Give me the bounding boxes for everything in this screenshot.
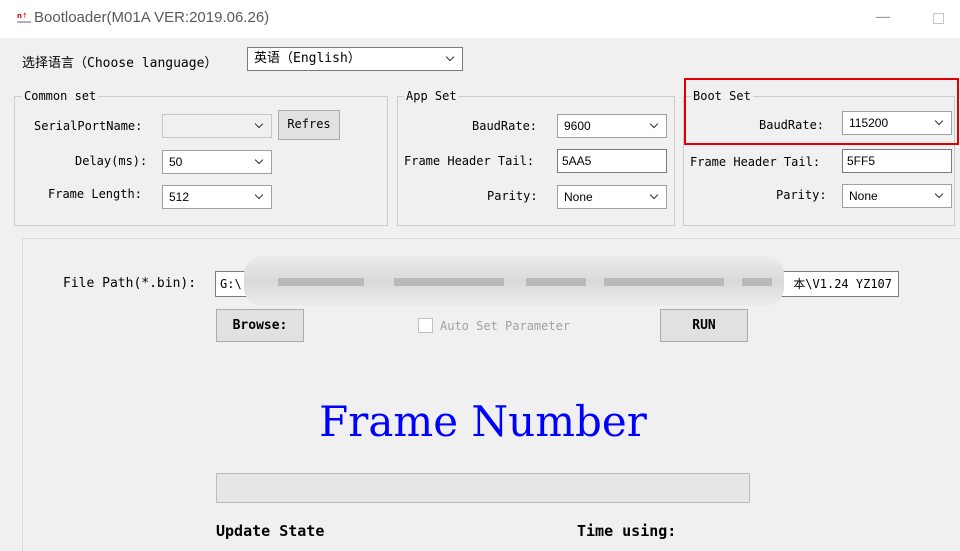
- path-redaction-blur: [244, 256, 784, 306]
- refresh-button[interactable]: Refres: [278, 110, 340, 140]
- boot-baudrate-label: BaudRate:: [759, 118, 825, 132]
- app-frame-header-tail-label: Frame Header Tail:: [404, 154, 535, 168]
- boot-baudrate-select[interactable]: 115200: [842, 111, 952, 135]
- chevron-down-icon: [648, 115, 662, 137]
- browse-button[interactable]: Browse:: [216, 309, 304, 342]
- delay-label: Delay(ms):: [75, 154, 148, 168]
- time-using-label: Time using:: [577, 522, 677, 540]
- app-frame-header-tail-input[interactable]: 5AA5: [557, 149, 667, 173]
- minimize-button[interactable]: —: [868, 6, 898, 30]
- chevron-down-icon: [253, 115, 267, 137]
- run-button[interactable]: RUN: [660, 309, 748, 342]
- frame-length-label: Frame Length:: [48, 187, 142, 201]
- app-baudrate-select[interactable]: 9600: [557, 114, 667, 138]
- chevron-down-icon: [444, 48, 458, 70]
- language-select-value: 英语（English）: [254, 51, 361, 66]
- boot-set-title: Boot Set: [691, 89, 753, 103]
- app-parity-select-value: None: [564, 190, 593, 204]
- chevron-down-icon: [253, 186, 267, 208]
- app-parity-label: Parity:: [487, 189, 538, 203]
- file-path-suffix: 本\V1.24 YZ107: [793, 277, 892, 291]
- delay-select[interactable]: 50: [162, 150, 272, 174]
- frame-length-select[interactable]: 512: [162, 185, 272, 209]
- auto-set-label: Auto Set Parameter: [440, 319, 571, 333]
- title-bar: n ↑ Bootloader(M01A VER:2019.06.26) —: [0, 0, 960, 38]
- boot-parity-select-value: None: [849, 189, 878, 203]
- window-title: Bootloader(M01A VER:2019.06.26): [34, 9, 270, 26]
- file-path-label: File Path(*.bin):: [63, 276, 197, 291]
- frame-length-select-value: 512: [169, 190, 190, 204]
- boot-frame-header-tail-label: Frame Header Tail:: [690, 155, 821, 169]
- svg-text:↑: ↑: [22, 12, 28, 20]
- boot-frame-header-tail-input[interactable]: 5FF5: [842, 149, 952, 173]
- chevron-down-icon: [648, 186, 662, 208]
- maximize-button[interactable]: [922, 6, 952, 30]
- auto-set-checkbox[interactable]: [418, 318, 433, 333]
- chevron-down-icon: [933, 112, 947, 134]
- chevron-down-icon: [933, 185, 947, 207]
- boot-parity-select[interactable]: None: [842, 184, 952, 208]
- boot-baudrate-select-value: 115200: [849, 116, 889, 130]
- serial-port-select[interactable]: [162, 114, 272, 138]
- app-parity-select[interactable]: None: [557, 185, 667, 209]
- boot-parity-label: Parity:: [776, 188, 827, 202]
- common-set-title: Common set: [22, 89, 99, 103]
- app-baudrate-select-value: 9600: [564, 119, 591, 133]
- app-logo-icon: n ↑: [17, 12, 31, 23]
- app-set-title: App Set: [404, 89, 459, 103]
- app-frame-header-tail-value: 5AA5: [562, 154, 592, 168]
- chevron-down-icon: [253, 151, 267, 173]
- update-state-label: Update State: [216, 522, 325, 540]
- language-select[interactable]: 英语（English）: [247, 47, 463, 71]
- boot-frame-header-tail-value: 5FF5: [847, 154, 876, 168]
- language-label: 选择语言（Choose language）: [22, 56, 218, 71]
- delay-select-value: 50: [169, 155, 183, 169]
- serial-port-label: SerialPortName:: [34, 119, 143, 133]
- app-baudrate-label: BaudRate:: [472, 119, 538, 133]
- progress-bar: [216, 473, 750, 503]
- frame-number-display: Frame Number: [319, 397, 647, 446]
